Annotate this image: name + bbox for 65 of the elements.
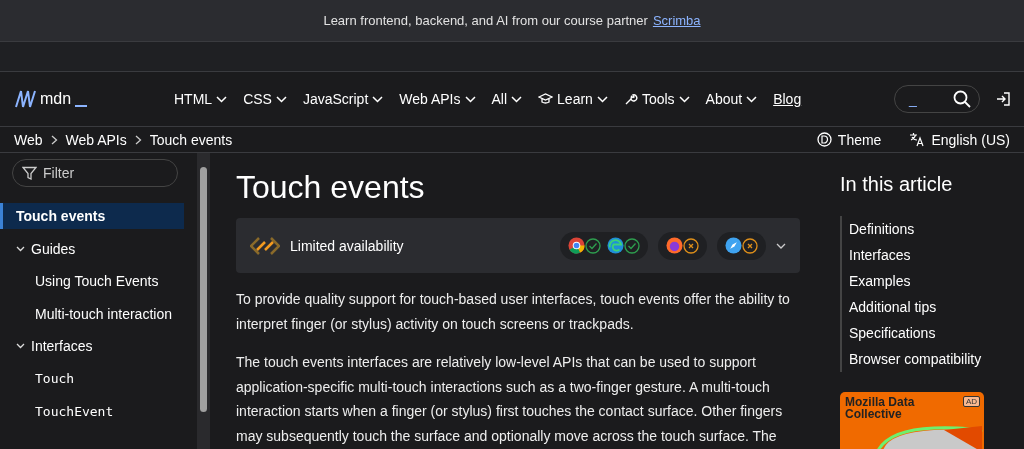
nav-menu-item[interactable]: CSS: [243, 91, 287, 107]
breadcrumb-link[interactable]: Touch events: [149, 131, 233, 148]
banner-text: Learn frontend, backend, and AI from our course partner: [323, 13, 648, 28]
nav-menu-item[interactable]: HTML: [174, 91, 228, 107]
nav-menu-item[interactable]: JavaScript: [302, 91, 384, 107]
breadcrumb-link[interactable]: Web APIs: [65, 131, 127, 148]
chevron-right-icon: [134, 134, 142, 145]
ad-badge: AD: [962, 396, 980, 407]
ad-title: Mozilla Data Collective: [845, 396, 916, 420]
chevron-down-icon: [464, 95, 476, 103]
sidebar-item[interactable]: Interfaces: [0, 333, 184, 359]
nav-menu-item[interactable]: All: [491, 91, 523, 107]
nav-menu-item[interactable]: Tools: [623, 91, 690, 107]
toc-link[interactable]: Specifications: [849, 320, 1010, 346]
sidebar-item[interactable]: Multi-touch interaction: [0, 300, 184, 327]
compass-icon: [725, 237, 742, 254]
chevron-down-icon: [678, 95, 690, 103]
sidebar-item[interactable]: TouchEvent: [0, 398, 184, 424]
sidebar-item[interactable]: Touch: [0, 365, 184, 392]
wrench-icon: [623, 92, 638, 106]
filter-field[interactable]: Filter: [12, 159, 178, 187]
translate-icon: [909, 132, 926, 147]
article-paragraph: To provide quality support for touch-based user interfaces, touch events offer the ability to interpret finger (or stylus) activity on touch screens or trackpads.: [236, 290, 791, 334]
toc-link[interactable]: Additional tips: [849, 294, 1010, 320]
availability-banner[interactable]: Limited availability: [236, 218, 800, 273]
chrome-icon: [568, 237, 585, 254]
banner-link[interactable]: Scrimba: [652, 13, 701, 28]
logo-underscore-icon: [75, 105, 88, 107]
chevron-down-icon: [746, 95, 758, 103]
chevron-down-icon: [776, 242, 786, 249]
filter-icon: [22, 166, 37, 181]
graduation-cap-icon: [538, 93, 554, 105]
toc-link[interactable]: Browser compatibility: [849, 346, 1010, 372]
toc-heading: In this article: [840, 173, 954, 196]
chevron-down-icon: [216, 95, 228, 103]
chevron-down-icon: [275, 95, 287, 103]
ad-card[interactable]: Mozilla Data Collective AD: [840, 392, 984, 449]
theme-icon: [816, 132, 832, 147]
sidebar-item[interactable]: Touch events: [0, 203, 184, 229]
toc-link[interactable]: Interfaces: [849, 242, 1010, 268]
sidebar-item[interactable]: Guides: [0, 235, 184, 262]
chevron-down-icon: [511, 95, 523, 103]
language-button[interactable]: English (US): [909, 131, 1010, 148]
limited-availability-icon: [250, 235, 280, 256]
nav-menu-item[interactable]: Learn: [538, 91, 608, 107]
nav-menu-item[interactable]: Web APIs: [399, 91, 476, 107]
edge-icon: [607, 237, 624, 254]
chevron-down-icon: [596, 95, 608, 103]
toc-link[interactable]: Definitions: [849, 216, 1010, 242]
toc-link[interactable]: Examples: [849, 268, 1010, 294]
logo-text[interactable]: mdn: [40, 90, 72, 108]
search-icon: [953, 90, 971, 108]
firefox-icon: [666, 237, 683, 254]
chevron-right-icon: [50, 134, 58, 145]
sidebar-item[interactable]: Using Touch Events: [0, 268, 184, 294]
article-paragraph: The touch events interfaces are relatively low-level APIs that can be used to support application-specific multi-touch interactions such as a two-finger gesture. A multi-touch interaction starts when a finger (or stylus) first touches the contact surface. Other fingers may subsequently touch the surface and optionally move across the touch surface. The: [236, 353, 784, 446]
logo-icon[interactable]: [14, 90, 36, 108]
chevron-down-icon: [372, 95, 384, 103]
page-title: Touch events: [236, 169, 426, 206]
theme-button[interactable]: Theme: [816, 131, 882, 148]
nav-menu-item[interactable]: About: [705, 91, 758, 107]
scrollbar[interactable]: [197, 153, 210, 449]
nav-menu-item[interactable]: Blog: [773, 91, 802, 107]
login-icon[interactable]: [996, 92, 1010, 106]
breadcrumb-link[interactable]: Web: [14, 131, 43, 148]
